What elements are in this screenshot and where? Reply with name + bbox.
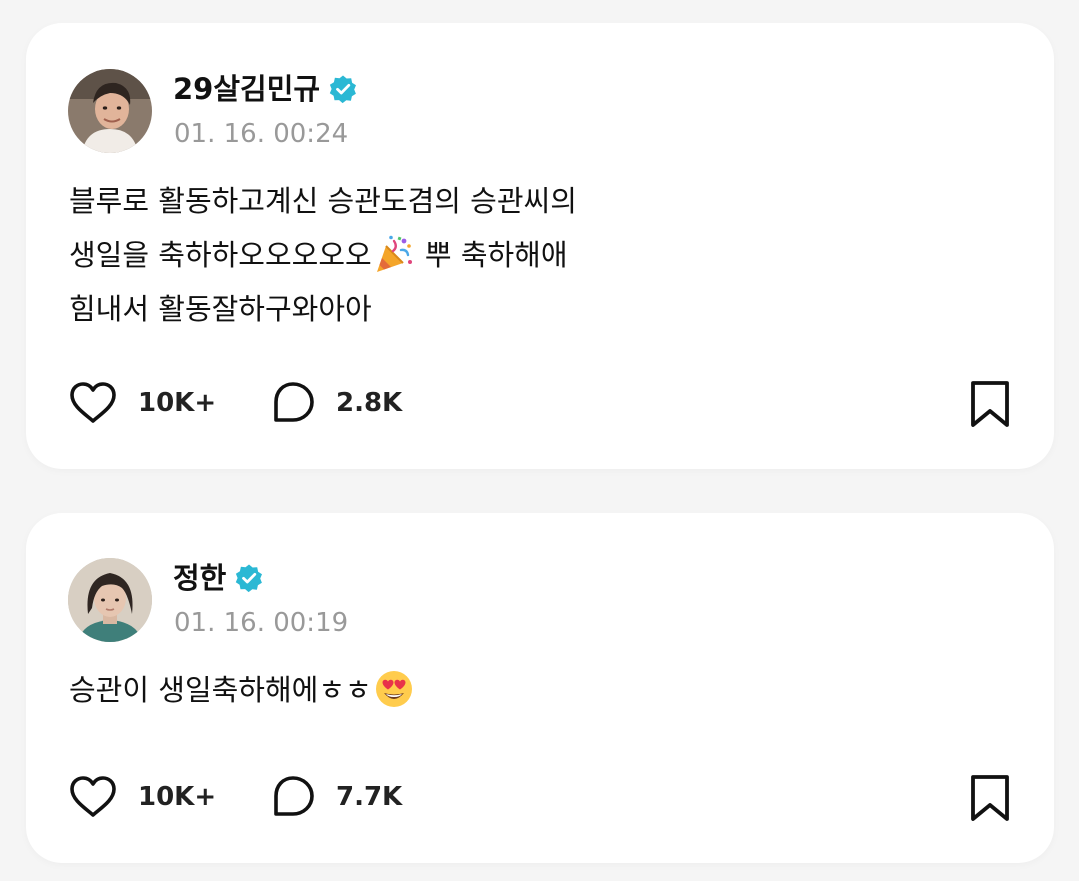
like-count: 10K+ <box>138 388 217 418</box>
author-avatar[interactable] <box>68 69 152 153</box>
comment-count: 2.8K <box>336 388 403 418</box>
verified-badge-icon <box>236 564 263 593</box>
author-avatar[interactable] <box>68 558 152 642</box>
bookmark-icon <box>971 381 1009 427</box>
author-name[interactable]: 29살김민규 <box>173 69 320 109</box>
bookmark-icon <box>971 775 1009 821</box>
post-body-line: 힘내서 활동잘하구와아아 <box>69 292 372 326</box>
bookmark-button[interactable] <box>968 380 1012 428</box>
comment-bubble-icon <box>274 382 314 422</box>
heart-icon <box>70 776 116 817</box>
comment-button[interactable]: 2.8K <box>270 375 402 431</box>
verified-badge-icon <box>329 75 357 104</box>
like-button[interactable]: 10K+ <box>68 769 216 825</box>
like-count: 10K+ <box>138 782 217 812</box>
post-body-line: 블루로 활동하고계신 승관도겸의 승관씨의 <box>69 184 577 218</box>
author-row: 29살김민규 <box>173 69 358 109</box>
post-body-line: 생일을 축하하오오오오오 뿌 축하해애 <box>69 228 829 282</box>
post-timestamp: 01. 16. 00:19 <box>174 608 349 638</box>
heart-eyes-emoji-icon <box>374 669 414 709</box>
author-name[interactable]: 정한 <box>173 558 226 598</box>
post-body: 블루로 활동하고계신 승관도겸의 승관씨의 생일을 축하하오오오오오 뿌 축하해… <box>69 174 829 336</box>
post-actions: 10K+ 2.8K <box>68 375 1012 431</box>
bookmark-button[interactable] <box>968 774 1012 822</box>
post-body-text: 생일을 축하하오오오오오 <box>69 238 372 272</box>
author-row: 정한 <box>173 558 264 598</box>
party-popper-icon <box>374 234 414 274</box>
comment-bubble-icon <box>274 776 314 816</box>
post-body-text: 뿌 축하해애 <box>415 238 568 272</box>
post-card[interactable]: 29살김민규 01. 16. 00:24 블루로 활동하고계신 승관도겸의 승관… <box>26 23 1054 469</box>
post-body: 승관이 생일축하해에ㅎㅎ <box>69 663 829 717</box>
comment-button[interactable]: 7.7K <box>270 769 402 825</box>
post-card[interactable]: 정한 01. 16. 00:19 승관이 생일축하해에ㅎㅎ 10K+ 7.7K <box>26 513 1054 863</box>
post-timestamp: 01. 16. 00:24 <box>174 119 349 149</box>
post-body-text: 승관이 생일축하해에ㅎㅎ <box>69 673 372 707</box>
post-body-line: 승관이 생일축하해에ㅎㅎ <box>69 663 829 717</box>
comment-count: 7.7K <box>336 782 403 812</box>
like-button[interactable]: 10K+ <box>68 375 216 431</box>
heart-icon <box>70 382 116 423</box>
post-actions: 10K+ 7.7K <box>68 769 1012 825</box>
